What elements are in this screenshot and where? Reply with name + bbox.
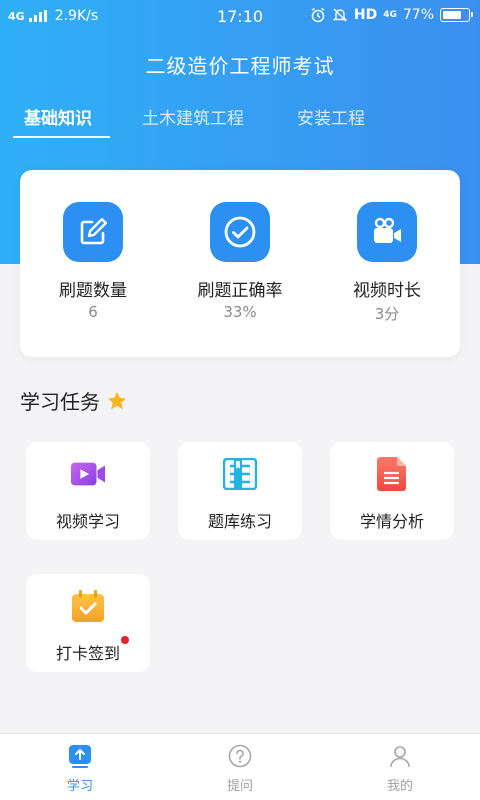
profile-icon <box>388 744 412 768</box>
stat-label: 刷题数量 <box>59 281 127 301</box>
battery-percent: 77% <box>402 7 434 23</box>
task-label: 视频学习 <box>55 512 120 531</box>
nav-profile[interactable]: 我的 <box>320 734 480 800</box>
video-play-icon <box>70 456 106 492</box>
stat-value: 33% <box>223 303 257 321</box>
page-title: 二级造价工程师考试 <box>145 54 335 78</box>
nav-label: 学习 <box>66 779 93 794</box>
task-label: 题库练习 <box>207 512 272 531</box>
question-bank-icon <box>222 456 258 492</box>
tab-installation-engineering[interactable]: 安装工程 <box>297 104 365 144</box>
task-video-study[interactable]: 视频学习 <box>26 442 150 540</box>
tab-bar: 基础知识 土木建筑工程 安装工程 <box>0 104 480 144</box>
alarm-icon <box>311 7 325 23</box>
stat-accuracy[interactable]: 刷题正确率 33% <box>167 170 313 357</box>
check-circle-icon <box>210 202 270 262</box>
video-camera-icon <box>357 202 417 262</box>
battery-icon <box>440 8 473 22</box>
report-icon <box>374 456 410 492</box>
nav-label: 提问 <box>226 779 253 794</box>
study-icon <box>68 744 92 768</box>
tab-basic-knowledge[interactable]: 基础知识 <box>24 104 92 144</box>
status-bar: 4G 2.9K/s 17:10 HD 4G 77% <box>0 0 480 34</box>
task-learning-analysis[interactable]: 学情分析 <box>330 442 454 540</box>
mute-icon <box>332 8 348 22</box>
stat-video-duration[interactable]: 视频时长 3分 <box>314 170 460 357</box>
task-check-in[interactable]: 打卡签到 <box>26 574 150 672</box>
edit-icon <box>63 202 123 262</box>
stat-question-count[interactable]: 刷题数量 6 <box>20 170 166 357</box>
stat-value: 3分 <box>374 305 400 323</box>
question-icon <box>228 744 252 768</box>
network-type-right: 4G <box>383 9 397 20</box>
task-label: 打卡签到 <box>55 644 120 663</box>
nav-study[interactable]: 学习 <box>0 734 160 800</box>
section-title: 学习任务 <box>20 386 128 415</box>
stat-value: 6 <box>88 303 98 321</box>
nav-label: 我的 <box>386 779 413 794</box>
tab-civil-engineering[interactable]: 土木建筑工程 <box>142 104 244 144</box>
nav-ask[interactable]: 提问 <box>160 734 320 800</box>
task-label: 学情分析 <box>359 512 424 531</box>
bottom-nav: 学习 提问 我的 <box>0 733 480 800</box>
calendar-check-icon <box>70 588 106 624</box>
star-icon <box>108 391 126 409</box>
stats-card: 刷题数量 6 刷题正确率 33% 视频时长 3分 <box>20 170 460 357</box>
active-tab-indicator <box>13 136 110 138</box>
stat-label: 刷题正确率 <box>197 281 283 301</box>
notification-badge <box>121 636 129 644</box>
stat-label: 视频时长 <box>353 281 421 301</box>
hd-indicator: HD <box>353 7 378 23</box>
task-question-bank[interactable]: 题库练习 <box>178 442 302 540</box>
